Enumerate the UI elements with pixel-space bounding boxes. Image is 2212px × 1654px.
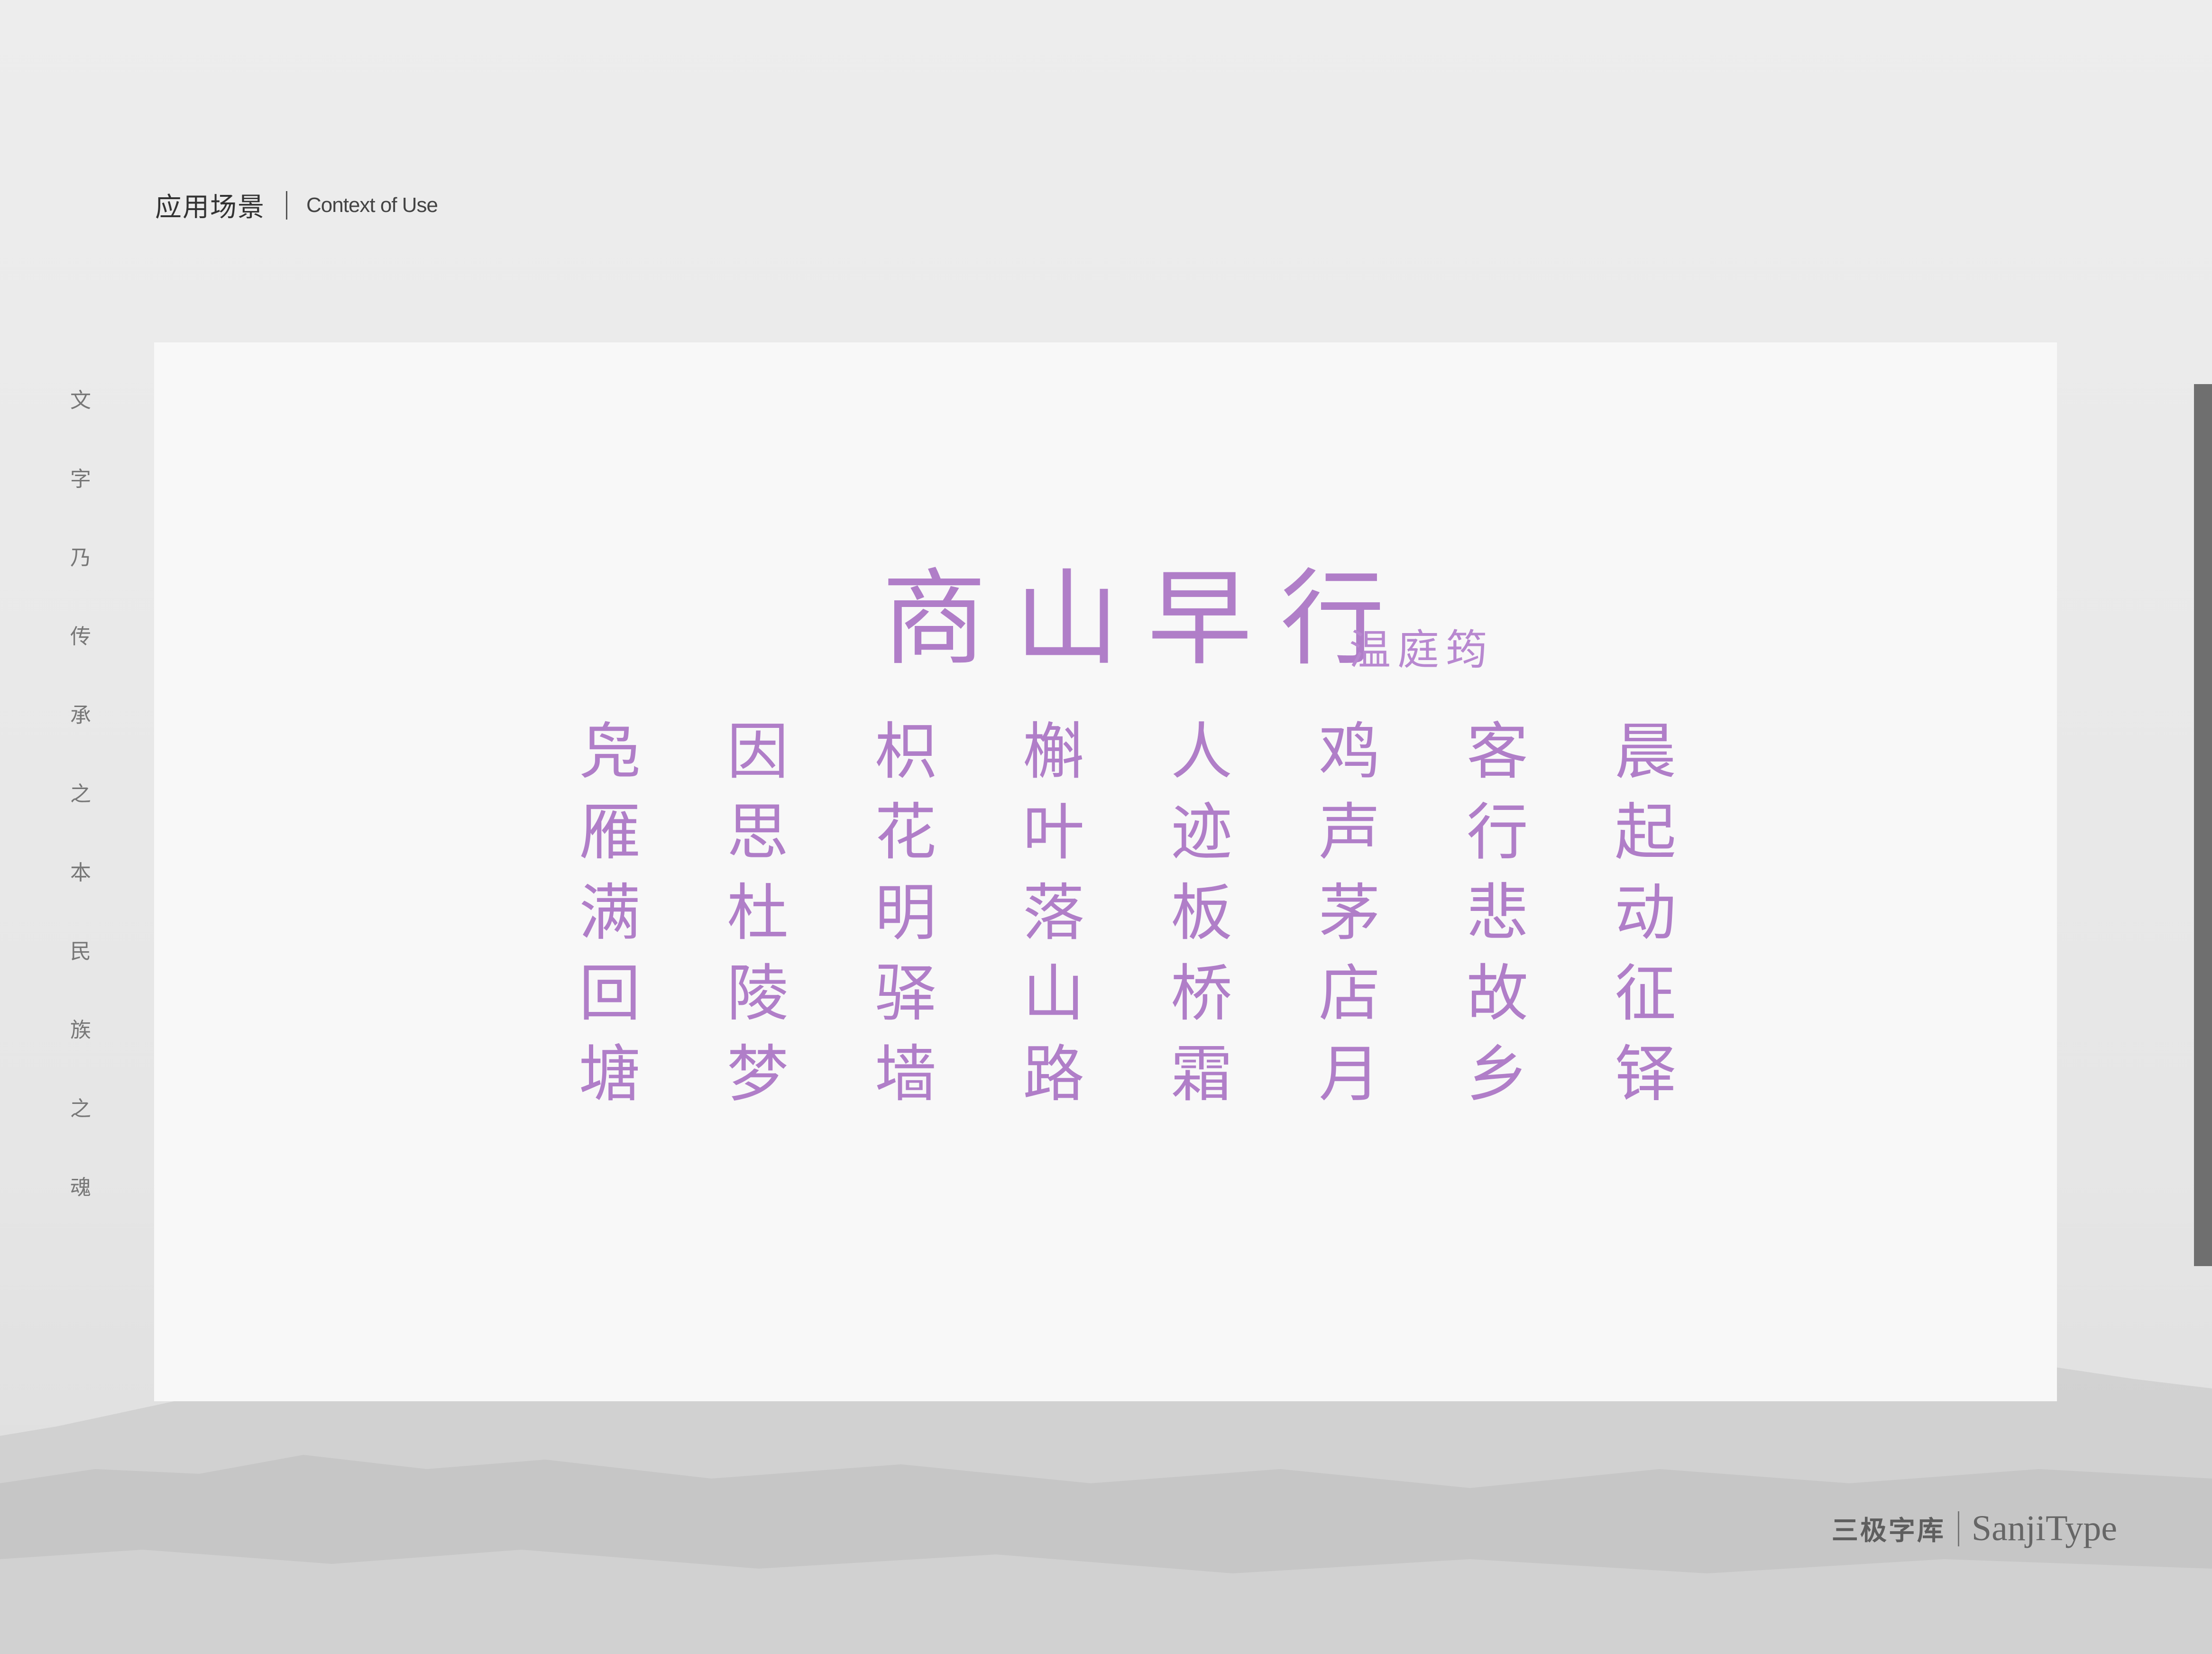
poem-column: 槲 叶 落 山 路: [980, 711, 1128, 1114]
poem-char: 霜: [1170, 1038, 1232, 1110]
poem-char: 鸡: [1318, 716, 1380, 788]
poem-column: 枳 花 明 驿 墙: [832, 711, 980, 1114]
poem-char: 迹: [1170, 796, 1232, 868]
section-title-zh: 应用场景: [155, 192, 265, 223]
poem-char: 晨: [1614, 716, 1676, 788]
header-divider: [286, 191, 287, 220]
section-title-en: Context of Use: [306, 193, 438, 217]
brand-divider: [1957, 1511, 1959, 1546]
side-char: 民: [70, 939, 91, 964]
poem-char: 茅: [1318, 877, 1380, 949]
poem-char: 征: [1614, 957, 1676, 1029]
brand-logo: 三极字库 SanjiType: [1832, 1508, 2117, 1549]
poem-char: 陵: [726, 957, 789, 1029]
side-char: 之: [70, 1097, 91, 1121]
poem-column: 鸡 声 茅 店 月: [1276, 711, 1423, 1114]
brand-name-en: SanjiType: [1971, 1508, 2117, 1548]
poem-char: 梦: [726, 1038, 789, 1110]
poem-char: 桥: [1170, 957, 1232, 1029]
poem-char: 落: [1022, 877, 1084, 949]
poem-char: 动: [1614, 877, 1676, 949]
poem-char: 枳: [874, 716, 936, 788]
poem-char: 板: [1170, 877, 1232, 949]
poem-char: 满: [578, 877, 641, 949]
side-char: 字: [70, 467, 91, 491]
poem-char: 铎: [1614, 1038, 1676, 1110]
side-char: 本: [70, 861, 91, 885]
poem-char: 因: [726, 716, 789, 788]
ink-wash-background: [0, 1360, 2212, 1654]
poem-char: 路: [1022, 1038, 1084, 1110]
poem-char: 行: [1466, 796, 1528, 868]
poem-char: 悲: [1466, 877, 1528, 949]
poem-char: 杜: [726, 877, 789, 949]
poem-char: 雁: [578, 796, 641, 868]
vertical-scrollbar[interactable]: [2194, 384, 2212, 1266]
poem-char: 槲: [1022, 716, 1084, 788]
side-char: 文: [70, 388, 91, 413]
poem-char: 驿: [874, 957, 936, 1029]
poem-char: 故: [1466, 957, 1528, 1029]
side-char: 之: [70, 782, 91, 806]
poem-body: 凫 雁 满 回 塘 因 思 杜 陵 梦 枳 花 明 驿 墙 槲 叶 落 山 路 …: [536, 711, 1719, 1114]
side-char: 族: [70, 1018, 91, 1042]
section-header: 应用场景 Context of Use: [155, 186, 438, 224]
poem-column: 因 思 杜 陵 梦: [684, 711, 832, 1114]
poem-author: 温庭筠: [1349, 625, 1495, 674]
poem-char: 店: [1318, 957, 1380, 1029]
poem-char: 思: [726, 796, 789, 868]
poem-char: 叶: [1022, 796, 1084, 868]
poem-column: 客 行 悲 故 乡: [1423, 711, 1571, 1114]
side-char: 承: [70, 703, 91, 727]
brand-name-zh: 三极字库: [1831, 1516, 1946, 1546]
poem-char: 乡: [1466, 1038, 1528, 1110]
poem-char: 人: [1170, 716, 1232, 788]
poem-char: 起: [1614, 796, 1676, 868]
poem-column: 凫 雁 满 回 塘: [536, 711, 684, 1114]
side-vertical-text: 文 字 乃 传 承 之 本 民 族 之 魂: [66, 389, 95, 1255]
poem-char: 声: [1318, 796, 1380, 868]
poem-char: 客: [1466, 716, 1528, 788]
poem-char: 明: [874, 877, 936, 949]
poem-char: 月: [1318, 1038, 1380, 1110]
poem-column: 人 迹 板 桥 霜: [1128, 711, 1276, 1114]
side-char: 传: [70, 625, 91, 649]
poem-char: 塘: [578, 1038, 641, 1110]
side-char: 乃: [70, 546, 91, 570]
poem-char: 花: [874, 796, 936, 868]
poem-char: 回: [578, 957, 641, 1029]
poem-column: 晨 起 动 征 铎: [1571, 711, 1719, 1114]
poem-char: 墙: [874, 1038, 936, 1110]
poem-char: 凫: [578, 716, 641, 788]
poem-title: 商山早行: [882, 558, 1413, 680]
side-char: 魂: [70, 1176, 91, 1200]
poem-char: 山: [1022, 957, 1084, 1029]
